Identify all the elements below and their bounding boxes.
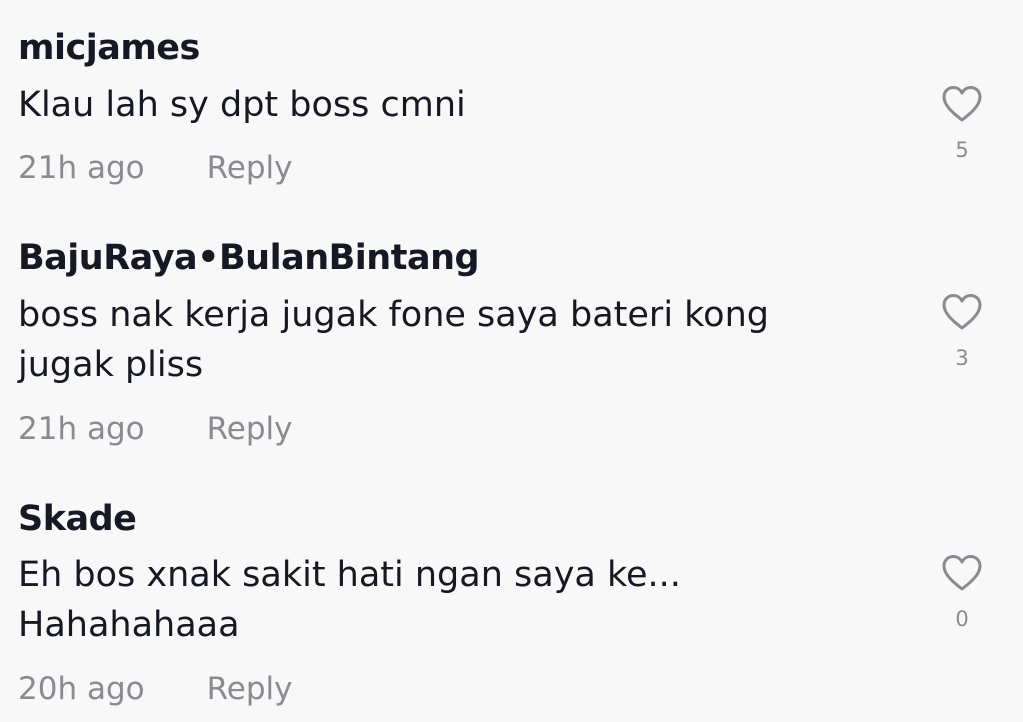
- like-button[interactable]: 5: [938, 84, 986, 162]
- heart-outline-icon: [942, 555, 982, 591]
- comment-username[interactable]: BajuRaya•BulanBintang: [18, 238, 480, 278]
- heart-outline-icon: [942, 294, 982, 330]
- comment-meta: 21h ago Reply: [18, 411, 292, 447]
- like-count: 5: [955, 138, 969, 162]
- comment-text-line: Klau lah sy dpt boss cmni: [18, 85, 466, 125]
- comment-timestamp: 21h ago: [18, 150, 145, 186]
- comment-meta: 20h ago Reply: [18, 671, 292, 707]
- like-button[interactable]: 3: [938, 292, 986, 370]
- comment-timestamp: 21h ago: [18, 411, 145, 447]
- comment-text: boss nak kerja jugak fone saya bateri ko…: [18, 290, 898, 390]
- comment-text: Eh bos xnak sakit hati ngan saya ke... H…: [18, 550, 898, 650]
- like-count: 3: [955, 346, 969, 370]
- heart-outline-icon: [942, 86, 982, 122]
- comment-text: Klau lah sy dpt boss cmni: [18, 80, 898, 130]
- comment-meta: 21h ago Reply: [18, 150, 292, 186]
- comment-username[interactable]: micjames: [18, 28, 200, 68]
- comment-text-line: Hahahahaaa: [18, 605, 240, 645]
- comment-text-line: jugak pliss: [18, 345, 204, 385]
- like-button[interactable]: 0: [938, 553, 986, 631]
- comment-text-line: Eh bos xnak sakit hati ngan saya ke...: [18, 555, 681, 595]
- comment-text-line: boss nak kerja jugak fone saya bateri ko…: [18, 295, 769, 335]
- comment-timestamp: 20h ago: [18, 671, 145, 707]
- like-count: 0: [955, 607, 969, 631]
- reply-button[interactable]: Reply: [207, 411, 293, 447]
- reply-button[interactable]: Reply: [207, 150, 293, 186]
- reply-button[interactable]: Reply: [207, 671, 293, 707]
- comment-username[interactable]: Skade: [18, 499, 137, 539]
